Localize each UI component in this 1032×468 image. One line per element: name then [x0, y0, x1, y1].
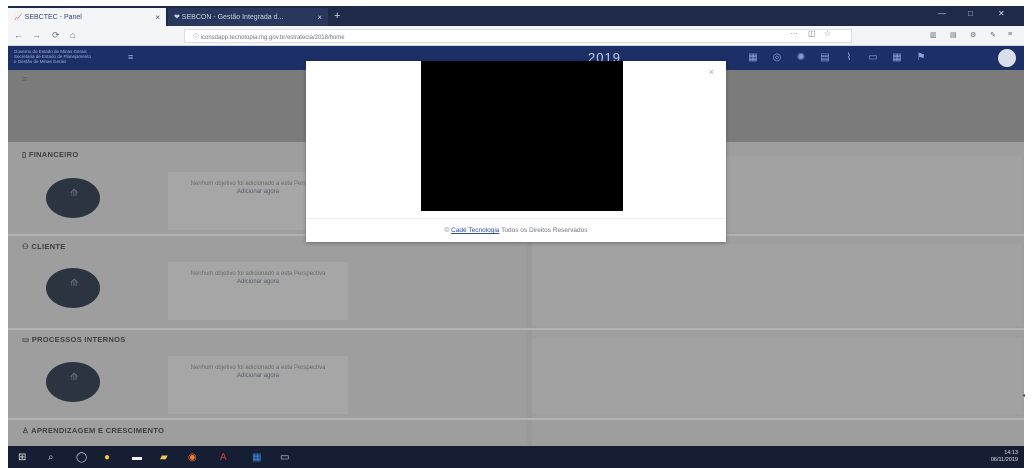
extension-icon[interactable]: ⚙ — [970, 31, 976, 39]
header-toolbar: ▦ ◎ ✺ ▤ ⌇ ▭ ▦ ⚑ — [748, 52, 926, 63]
modal-image — [421, 61, 623, 211]
clock-date: 06/11/2019 — [990, 457, 1018, 463]
scroll-arrow-icon[interactable]: ◂ — [1022, 392, 1025, 399]
perspective-icon: ⟰ — [46, 268, 100, 308]
apps-icon[interactable]: ▦ — [892, 52, 902, 63]
chat-icon[interactable]: ▭ — [280, 452, 289, 463]
hamburger-icon[interactable]: ≡ — [22, 74, 27, 84]
empty-card: Nenhum objetivo foi adicionado a esta Pe… — [168, 262, 348, 320]
chart-icon[interactable]: ⌇ — [844, 52, 854, 63]
store-icon[interactable]: ▬ — [132, 452, 142, 463]
minimize-button[interactable]: — — [938, 9, 946, 18]
pocket-icon[interactable]: ◫ — [808, 29, 816, 38]
back-icon[interactable]: ← — [14, 30, 23, 40]
address-bar[interactable]: ⓘ iconsdapp.tecnotopia.mg.gov.br/estrate… — [184, 29, 852, 43]
reload-icon[interactable]: ⟳ — [52, 30, 60, 41]
target-icon[interactable]: ◎ — [772, 52, 782, 63]
start-icon[interactable]: ⊞ — [18, 452, 26, 463]
brand-logo[interactable]: Governo do Estado de Minas Gerais Secret… — [14, 49, 91, 64]
empty-card: Nenhum objetivo foi adicionado a esta Pe… — [168, 356, 348, 414]
empty-message: Nenhum objetivo foi adicionado a esta Pe… — [190, 365, 326, 371]
task-view-icon[interactable]: ◯ — [76, 452, 87, 463]
system-clock[interactable]: 14:13 06/11/2019 — [991, 450, 1018, 464]
chrome-icon[interactable]: ● — [104, 452, 110, 463]
menu-icon[interactable]: ≡ — [1008, 31, 1012, 38]
app-icon[interactable]: ▦ — [252, 452, 261, 463]
rights-text: Todos os Direitos Reservados — [501, 227, 588, 234]
objectives-area — [532, 244, 1022, 326]
folder-icon[interactable]: ▰ — [160, 452, 168, 463]
list-icon[interactable]: ▤ — [820, 52, 830, 63]
brand-line: e Gestão de Minas Gerais — [14, 59, 67, 64]
close-window-button[interactable]: ✕ — [998, 9, 1005, 18]
browser-tab[interactable]: ❤ SEBCON - Gestão Integrada d... × — [168, 8, 328, 26]
menu-toggle-icon[interactable]: ≡ — [128, 52, 133, 62]
search-icon[interactable]: ⌕ — [48, 452, 54, 463]
modal-footer: © Cadé Tecnologia Todos os Direitos Rese… — [306, 218, 726, 234]
firefox-icon[interactable]: ◉ — [188, 452, 197, 463]
clock-time: 14:13 — [1004, 450, 1018, 456]
perspective-icon: ⟰ — [46, 178, 100, 218]
close-icon[interactable]: × — [709, 67, 714, 77]
settings-icon[interactable]: ✺ — [796, 52, 806, 63]
home-icon[interactable]: ⌂ — [70, 30, 75, 40]
page-actions-icon[interactable]: ··· — [790, 29, 798, 38]
section-divider — [8, 328, 1024, 330]
company-link[interactable]: Cadé Tecnologia — [451, 227, 499, 234]
browser-toolbar: ← → ⟳ ⌂ ⓘ iconsdapp.tecnotopia.mg.gov.br… — [8, 26, 1024, 46]
browser-tab-active[interactable]: 📈 SEBCTEC - Panel × — [8, 8, 166, 26]
section-title-processos-internos: ▭ PROCESSOS INTERNOS — [22, 335, 126, 344]
extension-icon[interactable]: ✎ — [990, 31, 996, 39]
copyright-symbol: © — [444, 227, 450, 234]
section-title-financeiro: ▯ FINANCEIRO — [22, 150, 79, 159]
windows-taskbar: ⊞ ⌕ ◯ ● ▬ ▰ ◉ A ▦ ▭ 14:13 06/11/2019 — [8, 446, 1024, 468]
objectives-area — [532, 338, 1022, 414]
flag-icon[interactable]: ⚑ — [916, 52, 926, 63]
section-title-cliente: ⚇ CLIENTE — [22, 242, 66, 251]
tab-label: 📈 SEBCTEC - Panel — [14, 14, 82, 21]
tab-label: ❤ SEBCON - Gestão Integrada d... — [174, 14, 284, 21]
section-divider — [8, 418, 1024, 420]
library-icon[interactable]: ▥ — [930, 31, 937, 39]
empty-message: Nenhum objetivo foi adicionado a esta Pe… — [190, 271, 326, 277]
close-tab-icon[interactable]: × — [155, 13, 160, 22]
bookmark-star-icon[interactable]: ☆ — [824, 29, 831, 38]
grid-icon[interactable]: ▦ — [748, 52, 758, 63]
acrobat-icon[interactable]: A — [220, 452, 227, 463]
maximize-button[interactable]: □ — [968, 9, 973, 18]
add-now-link[interactable]: Adicionar agora — [168, 372, 348, 380]
sidebar-icon[interactable]: ▤ — [950, 31, 957, 39]
forward-icon[interactable]: → — [32, 30, 41, 40]
add-now-link[interactable]: Adicionar agora — [168, 278, 348, 286]
about-modal: × © Cadé Tecnologia Todos os Direitos Re… — [306, 61, 726, 242]
user-avatar[interactable] — [998, 49, 1016, 67]
perspective-icon: ⟰ — [46, 362, 100, 402]
monitor-icon[interactable]: ▭ — [868, 52, 878, 63]
screen: 📈 SEBCTEC - Panel × ❤ SEBCON - Gestão In… — [0, 0, 1032, 468]
new-tab-button[interactable]: + — [334, 10, 340, 22]
section-title-aprendizagem: ♙ APRENDIZAGEM E CRESCIMENTO — [22, 426, 165, 435]
close-tab-icon[interactable]: × — [317, 13, 322, 22]
browser-tab-strip: 📈 SEBCTEC - Panel × ❤ SEBCON - Gestão In… — [8, 6, 1024, 26]
